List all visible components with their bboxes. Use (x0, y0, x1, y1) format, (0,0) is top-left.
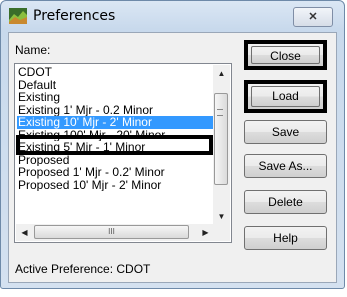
save-button[interactable]: Save (244, 120, 327, 144)
horizontal-scroll-thumb[interactable]: III (34, 225, 189, 239)
window-close-icon[interactable]: ✕ (293, 7, 333, 27)
window-title: Preferences (33, 8, 116, 24)
scroll-right-icon[interactable]: ▶ (197, 224, 214, 241)
list-item[interactable]: Proposed (17, 154, 214, 167)
scroll-left-icon[interactable]: ◀ (16, 224, 33, 241)
scroll-grip-icon (217, 109, 223, 116)
horizontal-scrollbar[interactable]: ◀ III ▶ (16, 224, 214, 241)
load-button[interactable]: Load (244, 80, 327, 113)
scrollbar-corner (213, 224, 230, 241)
close-button-label: Close (251, 46, 320, 64)
vertical-scrollbar[interactable]: ▲ ▼ (213, 65, 230, 225)
list-item[interactable]: Default (17, 79, 214, 92)
title-bar[interactable]: Preferences ✕ (1, 1, 344, 31)
list-item[interactable]: Proposed 10' Mjr - 2' Minor (17, 179, 214, 192)
delete-button[interactable]: Delete (244, 190, 327, 214)
preferences-list: CDOT Default Existing Existing 1' Mjr - 0.2… (17, 66, 214, 191)
save-as-button[interactable]: Save As... (244, 154, 327, 178)
scroll-up-icon[interactable]: ▲ (213, 65, 230, 82)
scroll-down-icon[interactable]: ▼ (213, 208, 230, 225)
active-preference-status: Active Preference: CDOT (15, 262, 151, 276)
name-label: Name: (15, 43, 51, 57)
close-button[interactable]: Close (244, 40, 327, 70)
load-button-label: Load (251, 86, 320, 107)
help-button[interactable]: Help (244, 226, 327, 250)
vertical-scroll-thumb[interactable] (214, 93, 228, 185)
list-item[interactable]: Proposed 1' Mjr - 0.2' Minor (17, 166, 214, 179)
list-item[interactable]: Existing 10' Mjr - 2' Minor (17, 116, 214, 129)
list-item[interactable]: Existing 1' Mjr - 0.2 Minor (17, 104, 214, 117)
list-item[interactable]: Existing (17, 91, 214, 104)
preferences-icon (9, 8, 27, 24)
list-item[interactable]: CDOT (17, 66, 214, 79)
selected-item-annotation-box (16, 135, 213, 155)
